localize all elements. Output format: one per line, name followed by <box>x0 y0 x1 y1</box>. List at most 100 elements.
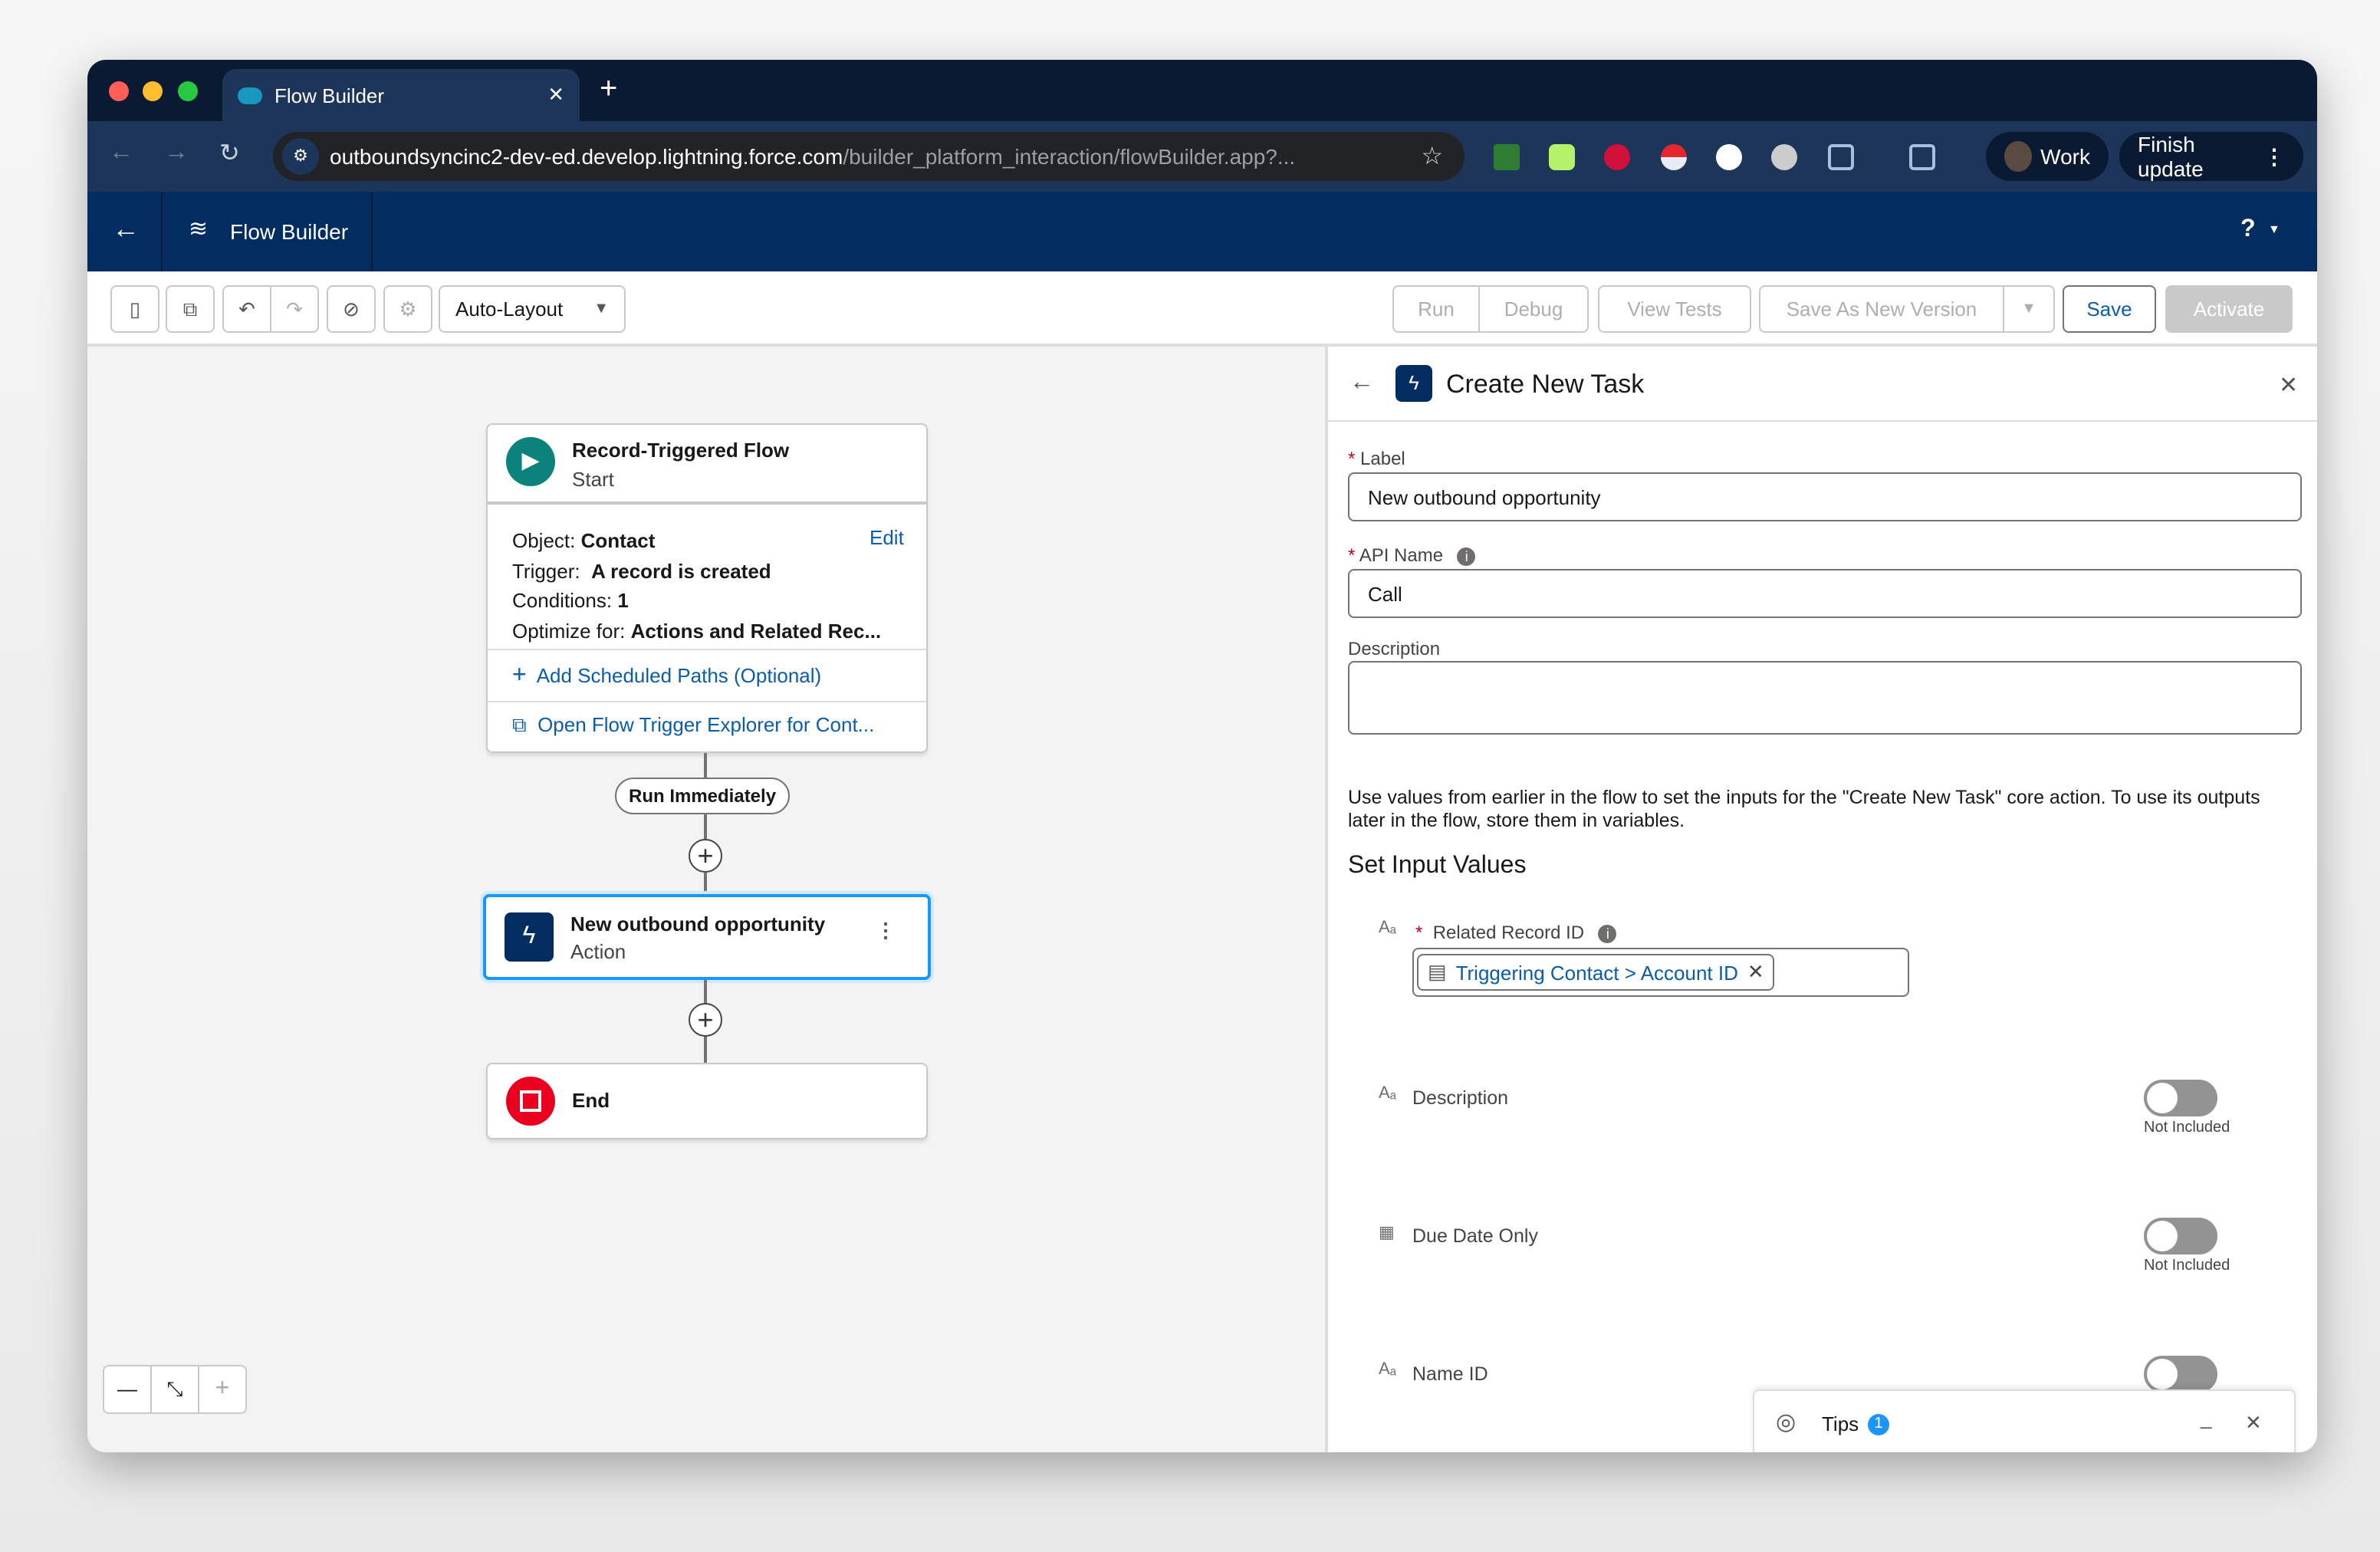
calendar-icon: ▦ <box>1379 1224 1395 1242</box>
finish-update-button[interactable]: Finish update ⋮ <box>2119 132 2303 181</box>
property-editor-panel: ← ϟ Create New Task ✕ * Label New outbou… <box>1325 347 2317 1452</box>
text-type-icon: Aₐ <box>1379 1360 1396 1379</box>
undo-button[interactable]: ↶ <box>222 285 271 333</box>
resource-pill[interactable]: ▤ Triggering Contact > Account ID ✕ <box>1417 954 1775 991</box>
help-menu-button[interactable]: ? <box>2240 216 2256 244</box>
label-input[interactable]: New outbound opportunity <box>1348 472 2302 521</box>
toolbar: ▯ ⧉ ↶ ↷ ⊘ ⚙ Auto-Layout ▼ Run Debug View … <box>87 271 2317 347</box>
text-type-icon: Aₐ <box>1379 1084 1396 1103</box>
url-input[interactable]: ⚙ outboundsyncinc2-dev-ed.develop.lightn… <box>273 132 1464 181</box>
extension-s-icon[interactable] <box>1549 144 1575 170</box>
maximize-window-button[interactable] <box>178 81 198 101</box>
minimize-icon[interactable]: _ <box>2201 1406 2211 1429</box>
action-node[interactable]: ϟ New outbound opportunity Action ⋮ <box>483 894 931 980</box>
info-icon[interactable]: i <box>1598 925 1617 943</box>
record-icon: ▤ <box>1428 960 1447 983</box>
profile-label: Work <box>2040 144 2090 169</box>
reload-icon[interactable]: ↻ <box>219 138 240 169</box>
run-button[interactable]: Run <box>1392 285 1480 333</box>
remove-pill-icon[interactable]: ✕ <box>1747 960 1764 985</box>
extension-screenshot-icon[interactable] <box>1494 144 1520 170</box>
finish-update-label: Finish update <box>2138 132 2204 181</box>
avatar <box>2004 141 2032 172</box>
debug-button[interactable]: Debug <box>1478 285 1589 333</box>
description-textarea[interactable] <box>1348 661 2302 735</box>
toggle-state-label: Not Included <box>2144 1120 2230 1136</box>
name-id-include-toggle[interactable] <box>2144 1356 2217 1393</box>
toggle-panel-button[interactable]: ▯ <box>110 285 159 333</box>
plus-icon: + <box>512 663 527 689</box>
minimize-window-button[interactable] <box>143 81 163 101</box>
add-element-button[interactable]: + <box>689 1003 722 1037</box>
browser-window: Flow Builder ✕ + ← → ↻ ⚙ outboundsyncinc… <box>87 60 2317 1452</box>
view-tests-button[interactable]: View Tests <box>1598 285 1751 333</box>
due-date-only-label: Due Date Only <box>1412 1225 1538 1247</box>
extensions-puzzle-icon[interactable] <box>1828 144 1854 170</box>
url-host: outboundsyncinc2-dev-ed.develop.lightnin… <box>330 144 843 169</box>
back-icon[interactable]: ← <box>109 140 133 167</box>
errors-button[interactable]: ⊘ <box>327 285 376 333</box>
extension-pokeball-icon[interactable] <box>1661 144 1687 170</box>
copy-check-button[interactable]: ⧉ <box>166 285 215 333</box>
open-trigger-explorer-link[interactable]: ⧉ Open Flow Trigger Explorer for Cont... <box>512 713 874 738</box>
add-scheduled-paths-link[interactable]: + Add Scheduled Paths (Optional) <box>512 663 821 690</box>
more-vert-icon: ⋮ <box>2263 143 2285 168</box>
description-input-label: Description <box>1412 1087 1509 1109</box>
fit-view-button[interactable]: ⤡ <box>152 1366 199 1412</box>
stop-icon <box>506 1077 555 1126</box>
related-record-id-label: Related Record ID <box>1432 922 1585 943</box>
close-tips-icon[interactable]: ✕ <box>2245 1411 2262 1435</box>
zoom-controls: — ⤡ + <box>103 1365 247 1414</box>
back-arrow-icon[interactable]: ← <box>112 213 140 245</box>
start-node-details: Object: Contact Trigger: A record is cre… <box>512 529 882 642</box>
url-path: /builder_platform_interaction/flowBuilde… <box>843 144 1296 169</box>
info-icon[interactable]: i <box>1457 547 1476 566</box>
resource-pill-label: Triggering Contact > Account ID <box>1455 961 1738 984</box>
new-tab-button[interactable]: + <box>600 72 617 107</box>
extension-clock-icon[interactable] <box>1716 144 1742 170</box>
redo-button[interactable]: ↷ <box>270 285 319 333</box>
forward-icon[interactable]: → <box>164 140 189 167</box>
flow-canvas[interactable]: ▶ Record-Triggered Flow Start Object: Co… <box>87 347 1325 1452</box>
toggle-state-label: Not Included <box>2144 1258 2230 1274</box>
api-name-label: API Name <box>1359 544 1444 566</box>
close-tab-icon[interactable]: ✕ <box>547 83 564 107</box>
start-node[interactable]: ▶ Record-Triggered Flow Start Object: Co… <box>486 423 928 753</box>
related-record-id-input[interactable]: ▤ Triggering Contact > Account ID ✕ <box>1412 948 1909 997</box>
profile-button[interactable]: Work <box>1986 132 2109 181</box>
description-include-toggle[interactable] <box>2144 1080 2217 1116</box>
bookmark-star-icon[interactable]: ☆ <box>1421 141 1443 172</box>
site-settings-icon[interactable]: ⚙ <box>282 138 319 175</box>
save-button[interactable]: Save <box>2063 285 2156 333</box>
extension-drop-icon[interactable] <box>1604 144 1630 170</box>
layout-select[interactable]: Auto-Layout ▼ <box>439 285 626 333</box>
tips-panel[interactable]: ◎ Tips 1 _ ✕ <box>1753 1389 2296 1452</box>
help-text: Use values from earlier in the flow to s… <box>1348 787 2260 831</box>
close-panel-icon[interactable]: ✕ <box>2279 371 2298 399</box>
end-node[interactable]: End <box>486 1063 928 1139</box>
back-arrow-icon[interactable]: ← <box>1349 370 1374 397</box>
chevron-down-icon: ▼ <box>593 301 609 317</box>
browser-tab[interactable]: Flow Builder ✕ <box>222 69 580 121</box>
api-name-input[interactable]: Call <box>1348 569 2302 618</box>
tips-label: Tips <box>1822 1412 1859 1435</box>
end-node-title: End <box>572 1089 610 1112</box>
edit-link[interactable]: Edit <box>869 526 904 549</box>
settings-gear-button[interactable]: ⚙ <box>383 285 432 333</box>
start-node-subtitle: Start <box>572 468 614 491</box>
save-options-dropdown[interactable]: ▼ <box>2003 285 2055 333</box>
extension-cloud-icon[interactable] <box>1771 144 1797 170</box>
address-bar-row: ← → ↻ ⚙ outboundsyncinc2-dev-ed.develop.… <box>87 121 2317 192</box>
add-element-button[interactable]: + <box>689 839 722 873</box>
start-node-title: Record-Triggered Flow <box>572 439 790 462</box>
more-actions-icon[interactable]: ⋮ <box>876 919 896 943</box>
section-heading: Set Input Values <box>1348 853 1527 879</box>
activate-button[interactable]: Activate <box>2165 285 2293 333</box>
close-window-button[interactable] <box>109 81 129 101</box>
due-date-include-toggle[interactable] <box>2144 1218 2217 1254</box>
save-as-new-version-button[interactable]: Save As New Version <box>1759 285 2004 333</box>
zoom-out-button[interactable]: — <box>104 1366 152 1412</box>
zoom-in-button[interactable]: + <box>199 1366 245 1412</box>
tab-search-icon[interactable] <box>1909 144 1935 170</box>
salesforce-cloud-icon <box>238 87 262 104</box>
